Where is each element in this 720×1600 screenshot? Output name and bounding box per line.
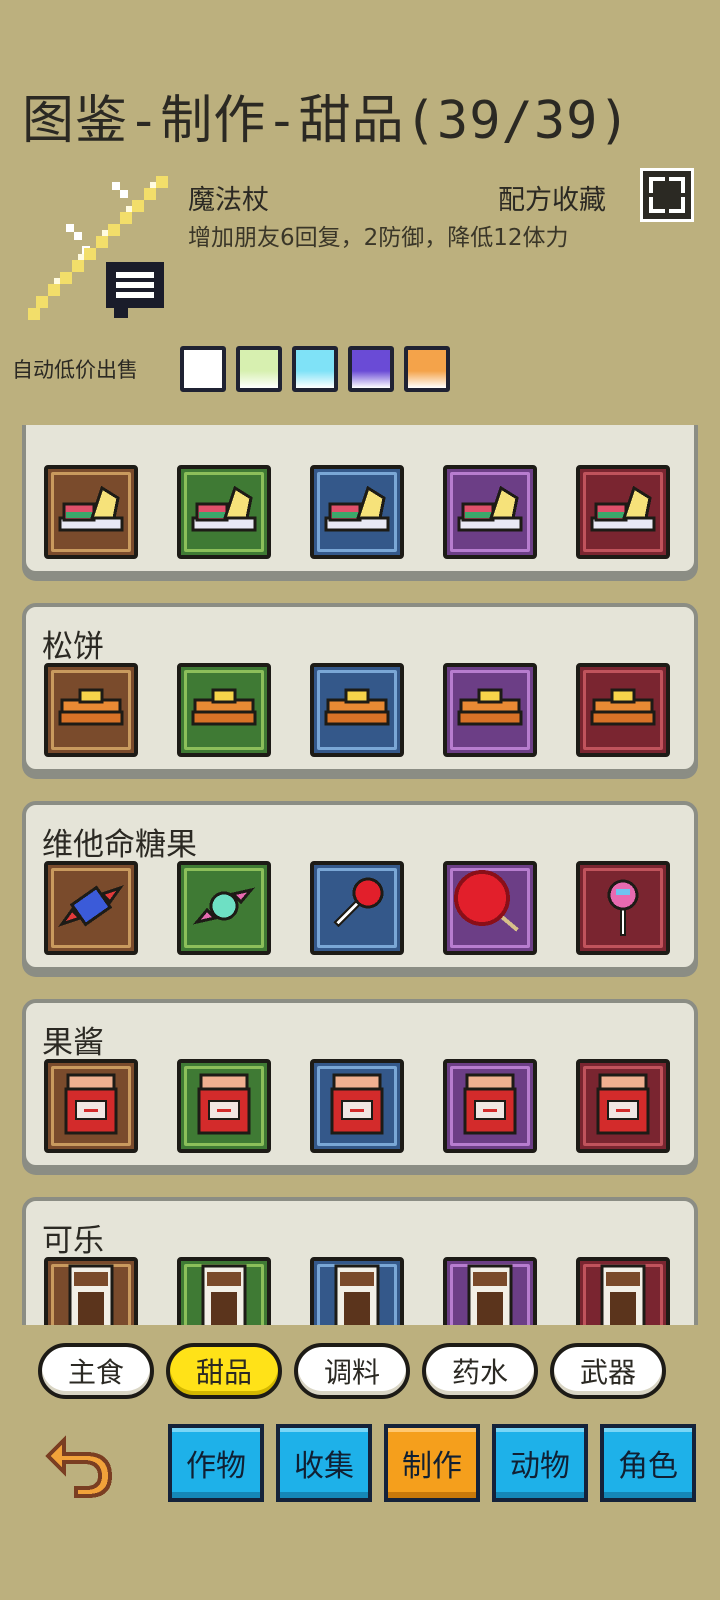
recipe-slot-red[interactable] xyxy=(576,1059,670,1153)
recipe-card xyxy=(22,425,698,575)
jam-jar-icon xyxy=(455,1069,525,1143)
recipe-slot-red[interactable] xyxy=(576,465,670,559)
candy-icon xyxy=(189,876,259,940)
recipe-slot-blue[interactable] xyxy=(310,861,404,955)
quality-toggle-green[interactable] xyxy=(236,346,282,392)
recipe-slot-purple[interactable] xyxy=(443,465,537,559)
recipe-slot-blue[interactable] xyxy=(310,1059,404,1153)
pancake-icon xyxy=(189,678,259,742)
tab-weapons[interactable]: 武器 xyxy=(550,1343,666,1399)
pancake-icon xyxy=(588,678,658,742)
tab-animals[interactable]: 动物 xyxy=(492,1424,588,1502)
recipe-slot-purple[interactable] xyxy=(443,663,537,757)
cola-icon xyxy=(56,1262,126,1325)
main-tabs: 作物 收集 制作 动物 角色 xyxy=(168,1424,696,1502)
tab-staple-food[interactable]: 主食 xyxy=(38,1343,154,1399)
jam-jar-icon xyxy=(189,1069,259,1143)
tab-crafting[interactable]: 制作 xyxy=(384,1424,480,1502)
fruit-cake-icon xyxy=(189,480,259,544)
jam-jar-icon xyxy=(588,1069,658,1143)
candy-icon xyxy=(322,871,392,945)
recipe-slot-purple[interactable] xyxy=(443,1059,537,1153)
candy-icon xyxy=(588,871,658,945)
tab-potions[interactable]: 药水 xyxy=(422,1343,538,1399)
cola-icon xyxy=(189,1262,259,1325)
item-name: 魔法杖 xyxy=(188,185,269,216)
recipe-title: 松饼 xyxy=(42,629,104,665)
cola-icon xyxy=(588,1262,658,1325)
recipe-card: 松饼 xyxy=(22,603,698,773)
pancake-icon xyxy=(322,678,392,742)
recipe-favorite-button[interactable] xyxy=(640,168,694,222)
auto-sell-label: 自动低价出售 xyxy=(12,358,138,382)
jam-jar-icon xyxy=(322,1069,392,1143)
pancake-icon xyxy=(455,678,525,742)
recipe-title: 果酱 xyxy=(42,1025,104,1061)
recipe-card: 维他命糖果 xyxy=(22,801,698,971)
recipe-slot-red[interactable] xyxy=(576,1257,670,1325)
recipe-title: 可乐 xyxy=(42,1223,104,1259)
recipe-slot-blue[interactable] xyxy=(310,1257,404,1325)
tab-desserts[interactable]: 甜品 xyxy=(166,1343,282,1399)
magic-wand-icon xyxy=(24,176,174,326)
cola-icon xyxy=(455,1262,525,1325)
tab-seasoning[interactable]: 调料 xyxy=(294,1343,410,1399)
recipe-card: 果酱 xyxy=(22,999,698,1169)
page-title: 图鉴-制作-甜品(39/39) xyxy=(22,91,631,151)
candy-icon xyxy=(56,876,126,940)
jam-jar-icon xyxy=(56,1069,126,1143)
fruit-cake-icon xyxy=(455,480,525,544)
quality-toggle-purple[interactable] xyxy=(348,346,394,392)
pancake-icon xyxy=(56,678,126,742)
recipe-slot-blue[interactable] xyxy=(310,663,404,757)
item-description: 增加朋友6回复，2防御，降低12体力 xyxy=(188,225,569,251)
recipe-slot-green[interactable] xyxy=(177,1257,271,1325)
fruit-cake-icon xyxy=(588,480,658,544)
recipe-title: 维他命糖果 xyxy=(42,827,197,863)
recipe-slot-brown[interactable] xyxy=(44,1257,138,1325)
recipe-slot-purple[interactable] xyxy=(443,1257,537,1325)
recipe-slot-brown[interactable] xyxy=(44,465,138,559)
back-arrow-icon[interactable] xyxy=(42,1432,116,1498)
recipe-slot-red[interactable] xyxy=(576,861,670,955)
recipe-slot-green[interactable] xyxy=(177,1059,271,1153)
tab-characters[interactable]: 角色 xyxy=(600,1424,696,1502)
recipe-slot-red[interactable] xyxy=(576,663,670,757)
recipe-favorite-label: 配方收藏 xyxy=(498,185,606,216)
recipe-list[interactable]: 松饼维他命糖果果酱可乐 xyxy=(0,425,720,1325)
tab-crops[interactable]: 作物 xyxy=(168,1424,264,1502)
recipe-slot-green[interactable] xyxy=(177,465,271,559)
recipe-slot-brown[interactable] xyxy=(44,663,138,757)
recipe-card: 可乐 xyxy=(22,1197,698,1325)
recipe-slot-brown[interactable] xyxy=(44,1059,138,1153)
fruit-cake-icon xyxy=(322,480,392,544)
quality-toggle-blue[interactable] xyxy=(292,346,338,392)
recipe-slot-green[interactable] xyxy=(177,663,271,757)
recipe-slot-purple[interactable] xyxy=(443,861,537,955)
quality-toggle-white[interactable] xyxy=(180,346,226,392)
recipe-slot-brown[interactable] xyxy=(44,861,138,955)
tab-collection[interactable]: 收集 xyxy=(276,1424,372,1502)
candy-icon xyxy=(450,866,530,950)
cola-icon xyxy=(322,1262,392,1325)
fruit-cake-icon xyxy=(56,480,126,544)
quality-toggle-orange[interactable] xyxy=(404,346,450,392)
category-tabs: 主食 甜品 调料 药水 武器 xyxy=(38,1343,666,1399)
auto-sell-quality-toggles xyxy=(180,346,450,392)
recipe-slot-green[interactable] xyxy=(177,861,271,955)
recipe-slot-blue[interactable] xyxy=(310,465,404,559)
